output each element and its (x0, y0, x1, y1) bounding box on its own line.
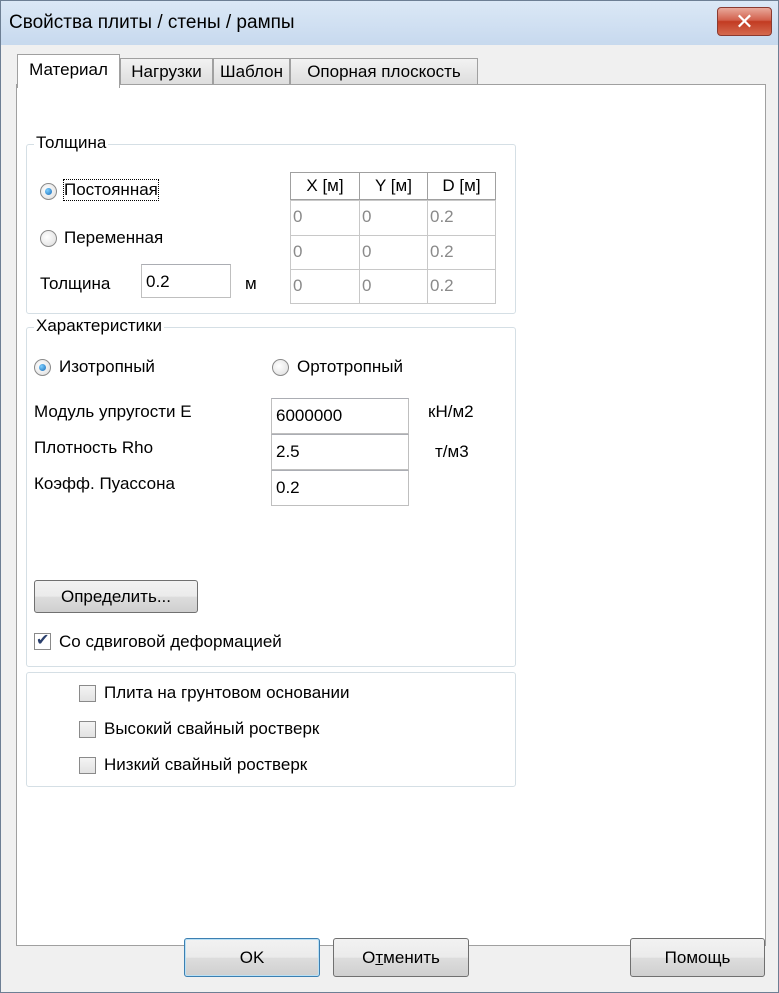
title-bar[interactable]: Свойства плиты / стены / рампы ✕ (1, 1, 778, 45)
table-header-d: D [м] (427, 172, 496, 200)
shear-deformation-checkbox[interactable] (34, 630, 51, 650)
density-unit: т/м3 (435, 442, 469, 461)
thickness-group: Толщина Постоянная Переменная Толщина 0.… (26, 133, 516, 314)
constant-label[interactable]: Постоянная (63, 179, 159, 201)
soil-foundation-checkbox[interactable] (79, 685, 96, 702)
cancel-button-label: Отменить (362, 948, 440, 967)
tab-label: Материал (29, 60, 108, 79)
cancel-button[interactable]: Отменить (333, 938, 469, 977)
close-icon: ✕ (735, 9, 754, 34)
thickness-unit: м (245, 274, 257, 293)
help-button-label: Помощь (664, 948, 731, 967)
density-input[interactable]: 2.5 (271, 434, 409, 470)
window-title: Свойства плиты / стены / рампы (9, 12, 295, 33)
thickness-label: Толщина (40, 274, 111, 293)
tab-loads[interactable]: Нагрузки (120, 58, 213, 86)
isotropic-label[interactable]: Изотропный (59, 357, 155, 377)
tab-label: Шаблон (220, 62, 283, 81)
thickness-input[interactable]: 0.2 (141, 264, 231, 298)
variable-label[interactable]: Переменная (64, 228, 163, 248)
table-cell[interactable]: 0 (290, 269, 360, 304)
foundation-options-group: Плита на грунтовом основании Высокий сва… (26, 672, 516, 787)
density-value: 2.5 (276, 442, 300, 461)
modulus-unit: кН/м2 (428, 402, 474, 421)
tab-template[interactable]: Шаблон (213, 58, 290, 86)
density-label: Плотность Rho (34, 438, 154, 457)
table-cell[interactable]: 0 (359, 269, 428, 304)
modulus-value: 6000000 (276, 406, 343, 425)
table-header-x: X [м] (290, 172, 360, 200)
orthotropic-label[interactable]: Ортотропный (297, 357, 403, 377)
table-cell[interactable]: 0 (359, 235, 428, 270)
dialog-body: Материал Нагрузки Шаблон Опорная плоскос… (9, 45, 772, 986)
high-pile-grillage-checkbox[interactable] (79, 721, 96, 738)
high-pile-grillage-label[interactable]: Высокий свайный ростверк (104, 719, 319, 739)
close-button[interactable]: ✕ (717, 7, 772, 36)
characteristics-legend: Характеристики (34, 316, 165, 336)
table-cell[interactable]: 0.2 (427, 200, 496, 236)
shear-deformation-label[interactable]: Со сдвиговой деформацией (59, 632, 282, 652)
table-cell[interactable]: 0 (359, 200, 428, 236)
dialog-window: Свойства плиты / стены / рампы ✕ Материа… (0, 0, 779, 993)
tab-material[interactable]: Материал (17, 54, 120, 88)
define-button-label: Определить... (60, 587, 171, 606)
table-cell[interactable]: 0 (290, 235, 360, 270)
soil-foundation-label[interactable]: Плита на грунтовом основании (104, 683, 350, 703)
tab-label: Нагрузки (131, 62, 202, 81)
ok-button-label: OK (239, 948, 265, 967)
orthotropic-radio[interactable] (272, 359, 289, 376)
poisson-value: 0.2 (276, 478, 300, 497)
define-button[interactable]: Определить... (34, 580, 198, 613)
variable-radio[interactable] (40, 230, 57, 247)
modulus-input[interactable]: 6000000 (271, 398, 409, 434)
low-pile-grillage-label[interactable]: Низкий свайный ростверк (104, 755, 307, 775)
ok-button[interactable]: OK (184, 938, 320, 977)
thickness-legend: Толщина (34, 133, 109, 153)
table-cell[interactable]: 0 (290, 200, 360, 236)
table-cell[interactable]: 0.2 (427, 235, 496, 270)
table-cell[interactable]: 0.2 (427, 269, 496, 304)
table-header-y: Y [м] (359, 172, 428, 200)
constant-radio[interactable] (40, 183, 57, 200)
tab-panel-material: Толщина Постоянная Переменная Толщина 0.… (16, 84, 766, 946)
poisson-input[interactable]: 0.2 (271, 470, 409, 506)
isotropic-radio[interactable] (34, 359, 51, 376)
tab-support-plane[interactable]: Опорная плоскость (290, 58, 478, 86)
help-button[interactable]: Помощь (630, 938, 765, 977)
characteristics-group: Характеристики Изотропный Ортотропный Мо… (26, 316, 516, 667)
tab-label: Опорная плоскость (307, 62, 461, 81)
poisson-label: Коэфф. Пуассона (34, 474, 175, 493)
modulus-label: Модуль упругости E (34, 402, 192, 421)
thickness-value: 0.2 (146, 272, 170, 291)
low-pile-grillage-checkbox[interactable] (79, 757, 96, 774)
